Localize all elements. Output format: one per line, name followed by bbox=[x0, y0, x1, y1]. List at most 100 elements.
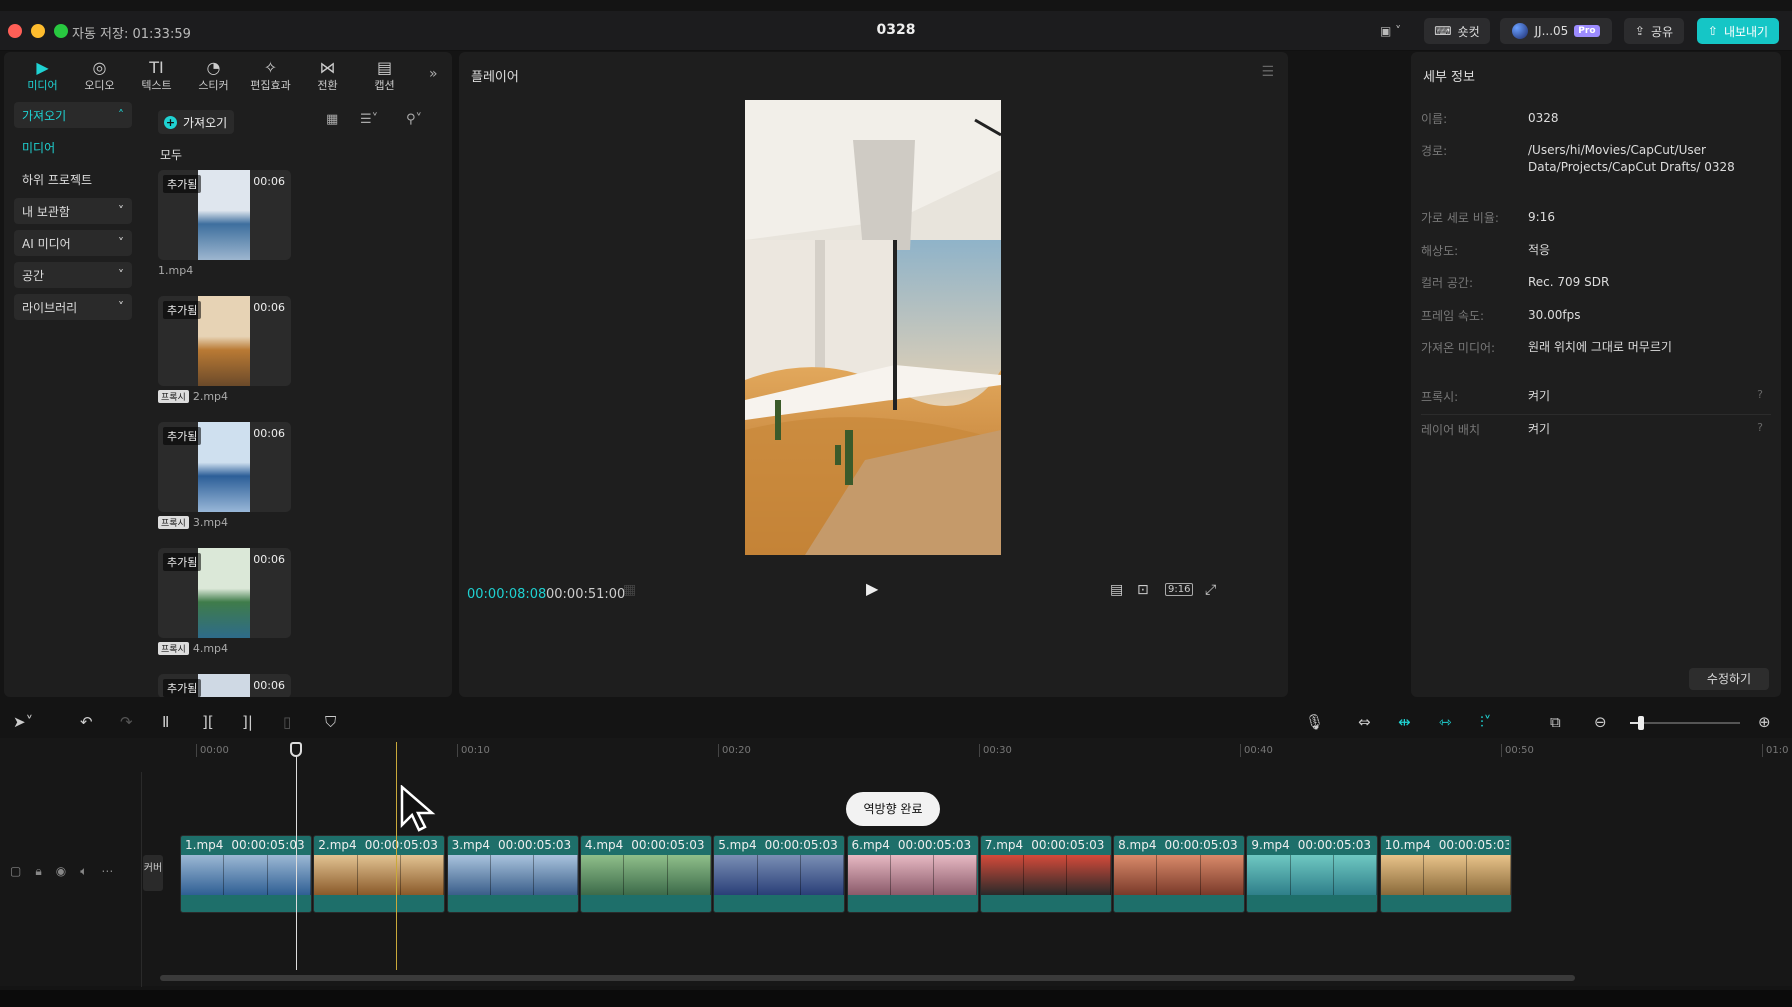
main-track-magnet-icon[interactable]: ⇹ bbox=[1398, 713, 1411, 731]
media-name: 2.mp4 bbox=[192, 390, 229, 403]
sidebar-item-4[interactable]: AI 미디어 ˅ bbox=[14, 230, 132, 256]
zoom-window-button[interactable] bbox=[54, 24, 68, 38]
player-menu-icon[interactable]: ☰ bbox=[1261, 64, 1274, 80]
zoom-slider-handle[interactable] bbox=[1638, 716, 1644, 730]
timeline-clip[interactable]: 10.mp4 00:00:05:03 bbox=[1379, 835, 1512, 913]
detail-label: 프레임 속도: bbox=[1421, 309, 1485, 323]
delete-icon[interactable]: ▯ bbox=[283, 713, 291, 731]
filter-all-label[interactable]: 모두 bbox=[160, 146, 182, 163]
nav-tab-2[interactable]: TI 텍스트 bbox=[128, 52, 185, 98]
video-preview[interactable] bbox=[745, 100, 1001, 555]
grid-view-icon[interactable]: ▦ bbox=[326, 112, 338, 127]
timeline-scrollbar[interactable] bbox=[160, 975, 1575, 981]
play-icon[interactable]: ▶ bbox=[866, 579, 878, 598]
info-icon[interactable]: ? bbox=[1757, 388, 1763, 401]
track-cover-icon[interactable]: ▢ bbox=[10, 864, 21, 879]
minimize-window-button[interactable] bbox=[31, 24, 45, 38]
timeline-clip[interactable]: 8.mp4 00:00:05:03 bbox=[1113, 835, 1246, 913]
detail-value: 0328 bbox=[1528, 111, 1559, 125]
microphone-icon[interactable]: 🎙︎ bbox=[1305, 713, 1324, 731]
current-time: 00:00:08:08 bbox=[467, 587, 547, 602]
preview-axis-icon[interactable]: ⫶˅ bbox=[1480, 713, 1491, 731]
lock-icon[interactable]: 🔒︎ bbox=[35, 864, 41, 879]
bottom-edge bbox=[0, 990, 1792, 1007]
timeline-clip[interactable]: 6.mp4 00:00:05:03 bbox=[846, 835, 979, 913]
fit-timeline-icon[interactable]: ⧉ bbox=[1550, 713, 1561, 731]
media-card[interactable]: 추가됨 00:06 bbox=[158, 296, 291, 386]
top-navigation: ▶ 미디어 ◎ 오디오 TI 텍스트 ◔ 스티커 ✧ 편집효과 ⋈ 전환 ▤ 캡션 bbox=[4, 52, 452, 98]
edit-button[interactable]: 수정하기 bbox=[1689, 668, 1769, 690]
sidebar-item-1[interactable]: 미디어 bbox=[14, 134, 132, 160]
detail-value: 9:16 bbox=[1528, 210, 1555, 224]
nav-tab-6[interactable]: ▤ 캡션 bbox=[356, 52, 413, 98]
zoom-out-icon[interactable]: ⊖ bbox=[1594, 713, 1607, 731]
timeline-clip[interactable]: 5.mp4 00:00:05:03 bbox=[713, 835, 846, 913]
media-card[interactable]: 추가됨 00:06 bbox=[158, 674, 291, 697]
clip-duration: 00:00:05:03 bbox=[631, 838, 705, 852]
media-card[interactable]: 추가됨 00:06 bbox=[158, 422, 291, 512]
sidebar-item-3[interactable]: 내 보관함 ˅ bbox=[14, 198, 132, 224]
filter-icon[interactable]: ⚲˅ bbox=[406, 112, 422, 127]
playhead[interactable] bbox=[296, 742, 297, 970]
select-tool-icon[interactable]: ➤˅ bbox=[13, 713, 33, 731]
clip-duration: 00:00:05:03 bbox=[497, 838, 572, 852]
mark-icon[interactable]: ⛉ bbox=[325, 713, 336, 731]
timeline-clip[interactable]: 7.mp4 00:00:05:03 bbox=[979, 835, 1112, 913]
eye-icon[interactable]: ◉ bbox=[56, 864, 66, 879]
split-right-icon[interactable]: ]| bbox=[242, 713, 253, 731]
user-name: JJ...05 bbox=[1534, 24, 1569, 38]
ratio-button[interactable]: 9:16 bbox=[1165, 583, 1194, 596]
nav-tab-4[interactable]: ✧ 편집효과 bbox=[242, 52, 299, 98]
more-icon[interactable]: ⋯ bbox=[101, 864, 113, 879]
screenshot-icon[interactable]: ⊡ bbox=[1137, 582, 1149, 598]
close-window-button[interactable] bbox=[8, 24, 22, 38]
sidebar-item-6[interactable]: 라이브러리 ˅ bbox=[14, 294, 132, 320]
auto-snap-icon[interactable]: ⇿ bbox=[1439, 713, 1452, 731]
quality-icon[interactable]: ▤ bbox=[1110, 582, 1123, 598]
link-icon[interactable]: ⇔ bbox=[1358, 713, 1371, 731]
import-button[interactable]: + 가져오기 bbox=[158, 110, 234, 134]
redo-icon[interactable]: ↷ bbox=[120, 713, 133, 731]
zoom-slider[interactable] bbox=[1630, 716, 1740, 730]
nav-tab-1[interactable]: ◎ 오디오 bbox=[71, 52, 128, 98]
sort-icon[interactable]: ☰˅ bbox=[360, 112, 378, 127]
zoom-in-icon[interactable]: ⊕ bbox=[1758, 713, 1771, 731]
timeline-clip[interactable]: 4.mp4 00:00:05:03 bbox=[579, 835, 712, 913]
split-icon[interactable]: Ⅱ bbox=[162, 713, 169, 731]
timeline-clip[interactable]: 1.mp4 00:00:05:03 bbox=[180, 835, 312, 913]
nav-tab-0[interactable]: ▶ 미디어 bbox=[14, 52, 71, 98]
fullscreen-icon[interactable]: ⤢ bbox=[1205, 582, 1216, 598]
sidebar-item-5[interactable]: 공간 ˅ bbox=[14, 262, 132, 288]
playhead-handle[interactable] bbox=[290, 742, 302, 757]
account-button[interactable]: JJ...05 Pro bbox=[1500, 18, 1612, 44]
total-time: 00:00:51:00 bbox=[546, 587, 626, 602]
nav-tab-icon: ◔ bbox=[206, 57, 221, 77]
info-icon[interactable]: ? bbox=[1757, 421, 1763, 434]
sidebar-item-2[interactable]: 하위 프로젝트 bbox=[14, 166, 132, 192]
mute-icon[interactable]: 🔈︎ bbox=[80, 864, 87, 879]
timeline-clip[interactable]: 3.mp4 00:00:05:03 bbox=[446, 835, 579, 913]
ruler-tick: 00:50 bbox=[1501, 744, 1534, 757]
cover-button[interactable]: 커버 bbox=[143, 855, 163, 891]
timeline-clip[interactable]: 2.mp4 00:00:05:03 bbox=[313, 835, 446, 913]
timeline-clip[interactable]: 9.mp4 00:00:05:03 bbox=[1246, 835, 1379, 913]
media-filename: 1.mp4 bbox=[158, 264, 193, 277]
detail-value: 켜기 bbox=[1528, 389, 1551, 403]
nav-tab-5[interactable]: ⋈ 전환 bbox=[299, 52, 356, 98]
media-card[interactable]: 추가됨 00:06 bbox=[158, 548, 291, 638]
timeline-ruler[interactable]: 00:00 00:10 00:20 00:30 00:40 00:50 01:0 bbox=[0, 740, 1792, 760]
split-left-icon[interactable]: ][ bbox=[202, 713, 214, 731]
nav-tab-label: 스티커 bbox=[198, 79, 229, 92]
export-button[interactable]: ⇧ 내보내기 bbox=[1697, 18, 1779, 44]
share-button[interactable]: ⇪ 공유 bbox=[1624, 18, 1684, 44]
clip-duration: 00:00:05:03 bbox=[231, 838, 305, 852]
media-card[interactable]: 추가됨 00:06 bbox=[158, 170, 291, 260]
more-nav-icon[interactable]: » bbox=[429, 66, 438, 82]
shortcut-button[interactable]: ⌨ 숏컷 bbox=[1424, 18, 1490, 44]
undo-icon[interactable]: ↶ bbox=[80, 713, 93, 731]
mouse-cursor-icon bbox=[400, 784, 436, 836]
sidebar-item-0[interactable]: 가져오기 ˄ bbox=[14, 102, 132, 128]
nav-tab-3[interactable]: ◔ 스티커 bbox=[185, 52, 242, 98]
layout-button[interactable]: ▣ ˅ bbox=[1372, 18, 1409, 44]
detail-label: 경로: bbox=[1421, 144, 1448, 158]
